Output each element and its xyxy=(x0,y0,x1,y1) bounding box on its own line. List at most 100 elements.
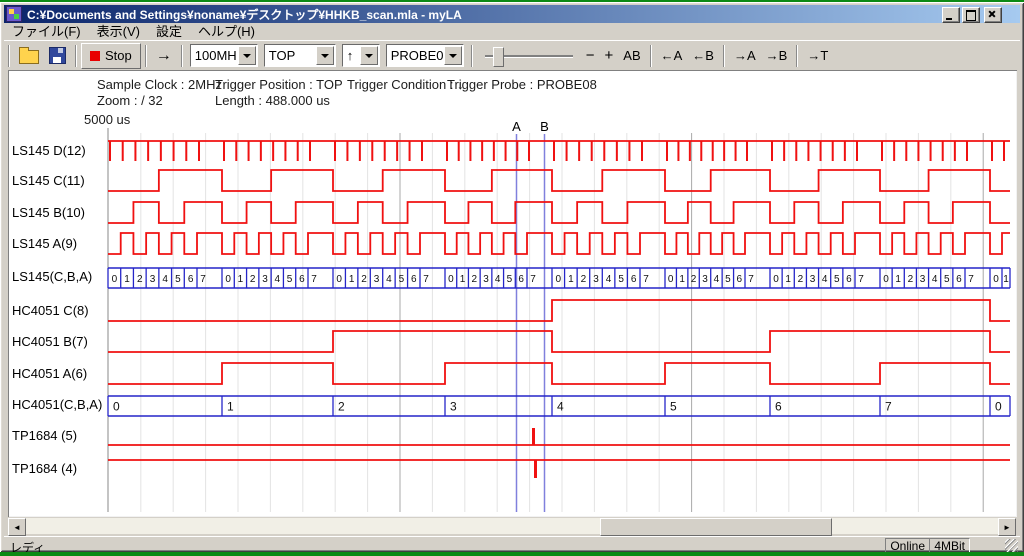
trace-LS145CBA-value: 6 xyxy=(846,274,852,285)
trace-HC4051CBA-value: 0 xyxy=(995,400,1002,414)
trace-LS145CBA-value: 1 xyxy=(238,274,244,285)
trace-LS145CBA-value: 4 xyxy=(495,274,501,285)
trace-LS145CBA-value: 6 xyxy=(518,274,524,285)
goto-marker-a-right-button[interactable]: →A xyxy=(729,44,761,68)
goto-marker-b-right-button[interactable]: →B xyxy=(761,44,793,68)
trace-LS145CBA-value: 6 xyxy=(737,274,743,285)
trace-LS145CBA-value: 0 xyxy=(883,274,889,285)
scroll-left-button[interactable]: ◄ xyxy=(8,518,26,536)
trace-LS145CBA-value: 4 xyxy=(275,274,281,285)
trace-HC4051B7 xyxy=(108,331,1010,352)
trace-LS145CBA-value: 6 xyxy=(956,274,962,285)
trace-HC4051CBA-value: 1 xyxy=(227,400,234,414)
zoom-in-button[interactable]: + xyxy=(600,44,619,68)
trace-LS145CBA-value: 7 xyxy=(858,274,864,285)
menu-view[interactable]: 表示(V) xyxy=(89,24,148,40)
scrollbar-thumb[interactable] xyxy=(600,518,832,536)
menu-settings[interactable]: 設定 xyxy=(148,24,190,40)
minimize-icon xyxy=(946,18,952,20)
trigger-position-dropdown-button[interactable] xyxy=(316,46,334,65)
trace-HC4051CBA-value: 2 xyxy=(338,400,345,414)
trace-LS145CBA-value: 5 xyxy=(507,274,513,285)
marker-A-label: A xyxy=(512,119,521,134)
probe-dropdown-button[interactable] xyxy=(444,46,462,65)
clock-combo[interactable]: 100MHz xyxy=(190,44,258,67)
resize-grip[interactable] xyxy=(1005,539,1018,552)
trigger-position-value: TOP xyxy=(265,48,315,63)
application-window: C:¥Documents and Settings¥noname¥デスクトップ¥… xyxy=(0,0,1024,556)
trace-LS145CBA-value: 5 xyxy=(725,274,731,285)
trace-LS145CBA-value: 5 xyxy=(618,274,624,285)
trace-LS145CBA-value: 6 xyxy=(411,274,417,285)
goto-marker-b-left-button[interactable]: ←B xyxy=(687,44,719,68)
trace-LS145CBA-value: 3 xyxy=(810,274,816,285)
trace-LS145C11 xyxy=(108,170,1010,191)
save-file-button[interactable] xyxy=(44,44,71,68)
trace-LS145CBA-value: 0 xyxy=(668,274,674,285)
zoom-out-button[interactable]: − xyxy=(581,44,600,68)
trace-LS145CBA-value: 7 xyxy=(530,274,536,285)
desktop-edge-bottom xyxy=(0,552,1024,556)
trace-LS145CBA-value: 4 xyxy=(162,274,168,285)
trace-LS145CBA-value: 4 xyxy=(822,274,828,285)
maximize-button[interactable] xyxy=(962,7,980,23)
trace-LS145CBA-value: 5 xyxy=(287,274,293,285)
zoom-slider[interactable] xyxy=(481,44,577,68)
window-title: C:¥Documents and Settings¥noname¥デスクトップ¥… xyxy=(27,6,462,23)
trace-LS145A9 xyxy=(108,233,1010,254)
trace-LS145CBA-value: 3 xyxy=(374,274,380,285)
trace-LS145CBA-value: 3 xyxy=(593,274,599,285)
trace-HC4051CBA-value: 7 xyxy=(885,400,892,414)
trace-LS145CBA-value: 2 xyxy=(472,274,478,285)
menu-file[interactable]: ファイル(F) xyxy=(4,24,89,40)
trace-LS145CBA-value: 2 xyxy=(798,274,804,285)
scroll-right-button[interactable]: ► xyxy=(998,518,1016,536)
trace-LS145CBA-value: 4 xyxy=(932,274,938,285)
trace-LS145CBA-value: 3 xyxy=(920,274,926,285)
trigger-position-combo[interactable]: TOP xyxy=(264,44,336,67)
trace-LS145CBA-value: 6 xyxy=(299,274,305,285)
open-file-button[interactable] xyxy=(14,44,44,68)
trace-LS145CBA-value: 2 xyxy=(908,274,914,285)
trace-LS145CBA-value: 1 xyxy=(568,274,574,285)
trace-LS145CBA-value: 1 xyxy=(785,274,791,285)
run-button[interactable]: → xyxy=(151,44,177,68)
trigger-edge-combo[interactable]: ↑ xyxy=(342,44,380,67)
trace-LS145CBA-value: 6 xyxy=(188,274,194,285)
trace-LS145CBA-value: 0 xyxy=(773,274,779,285)
toolbar-grip xyxy=(8,45,10,67)
goto-trigger-button[interactable]: →T xyxy=(802,44,833,68)
trace-HC4051CBA-value: 5 xyxy=(670,400,677,414)
trace-LS145CBA-value: 1 xyxy=(679,274,685,285)
trace-LS145CBA-value: 3 xyxy=(150,274,156,285)
trace-LS145B10 xyxy=(108,202,1010,223)
clock-dropdown-button[interactable] xyxy=(238,46,256,65)
trigger-edge-dropdown-button[interactable] xyxy=(360,46,378,65)
trace-LS145CBA-value: 1 xyxy=(1003,274,1009,285)
minimize-button[interactable] xyxy=(942,7,960,23)
trace-LS145CBA-value: 1 xyxy=(895,274,901,285)
trace-LS145CBA-value: 2 xyxy=(137,274,143,285)
zoom-slider-thumb[interactable] xyxy=(493,47,504,67)
marker-B-label: B xyxy=(540,119,549,134)
close-button[interactable] xyxy=(984,7,1002,23)
probe-combo[interactable]: PROBE00 xyxy=(386,44,464,67)
trace-LS145CBA-value: 7 xyxy=(200,274,206,285)
trace-LS145CBA-value: 0 xyxy=(448,274,454,285)
open-folder-icon xyxy=(19,50,39,64)
trace-LS145CBA-value: 5 xyxy=(944,274,950,285)
chevron-down-icon xyxy=(321,54,329,58)
horizontal-scrollbar[interactable]: ◄ ► xyxy=(8,518,1016,534)
trace-LS145CBA-value: 4 xyxy=(606,274,612,285)
trace-LS145CBA-value: 0 xyxy=(112,274,118,285)
stop-button[interactable]: Stop xyxy=(81,43,141,69)
trace-LS145CBA-value: 4 xyxy=(386,274,392,285)
zoom-ab-button[interactable]: AB xyxy=(618,44,645,68)
trace-LS145CBA-value: 3 xyxy=(483,274,489,285)
waveform-area[interactable]: AB01234567012345670123456701234567012345… xyxy=(8,70,1016,516)
menu-help[interactable]: ヘルプ(H) xyxy=(190,24,263,40)
trace-HC4051CBA-value: 6 xyxy=(775,400,782,414)
goto-marker-a-left-button[interactable]: ←A xyxy=(656,44,688,68)
title-bar[interactable]: C:¥Documents and Settings¥noname¥デスクトップ¥… xyxy=(4,5,1020,23)
maximize-icon xyxy=(966,10,976,21)
